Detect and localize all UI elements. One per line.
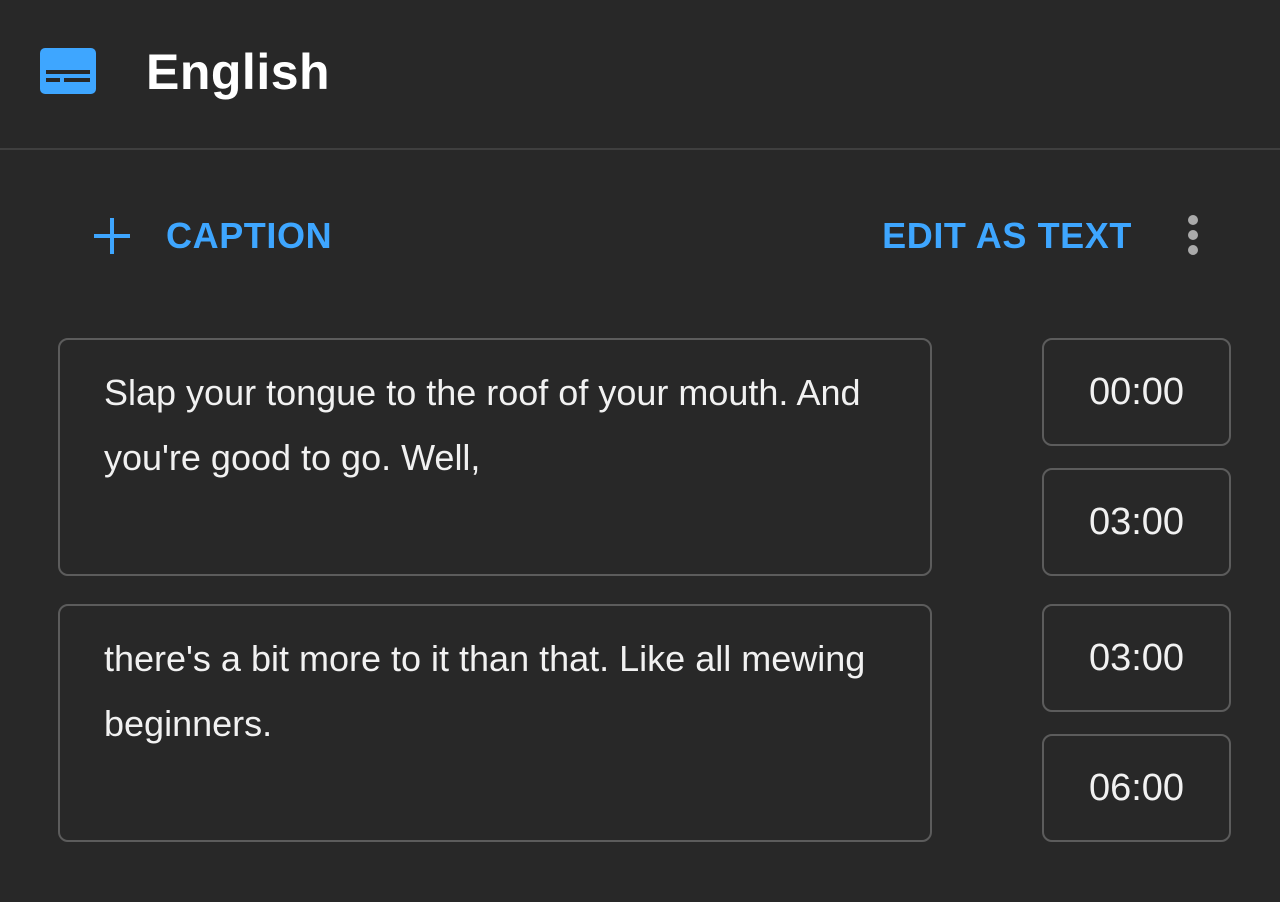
edit-as-text-button[interactable]: EDIT AS TEXT <box>882 206 1132 266</box>
subtitles-icon <box>40 48 96 94</box>
caption-end-time[interactable]: 06:00 <box>1042 734 1231 842</box>
page-title: English <box>146 44 331 100</box>
add-caption-button[interactable]: CAPTION <box>86 206 332 266</box>
more-vert-icon[interactable] <box>1170 210 1216 260</box>
caption-text-field[interactable]: there's a bit more to it than that. Like… <box>58 604 932 842</box>
caption-end-time[interactable]: 03:00 <box>1042 468 1231 576</box>
panel-header: English <box>0 0 1280 150</box>
add-caption-label: CAPTION <box>166 215 333 256</box>
caption-start-time[interactable]: 00:00 <box>1042 338 1231 446</box>
plus-icon <box>86 210 138 262</box>
caption-start-time[interactable]: 03:00 <box>1042 604 1231 712</box>
caption-editor-panel: English CAPTION EDIT AS TEXT Slap your t… <box>0 0 1280 902</box>
caption-text-field[interactable]: Slap your tongue to the roof of your mou… <box>58 338 932 576</box>
